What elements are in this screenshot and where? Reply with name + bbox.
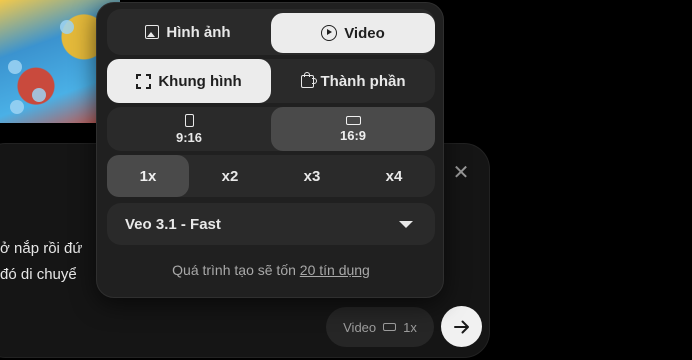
type-selector: Hình ảnh Video [107,9,435,55]
credits-link[interactable]: 20 tín dụng [300,262,370,278]
chip-type-label: Video [343,319,377,335]
decor-dot [8,60,22,74]
tab-video[interactable]: Video [271,13,435,53]
tab-frame[interactable]: Khung hình [107,59,271,103]
close-icon[interactable]: ✕ [450,162,472,184]
image-icon [145,25,160,39]
generation-settings-panel: Hình ảnh Video Khung hình Thành phần 9:1… [96,2,444,298]
aspect-ratio-selector: 9:16 16:9 [107,107,435,151]
count-option-label: x3 [303,167,321,185]
output-count-selector: 1x x2 x3 x4 [107,155,435,197]
decor-dot [10,100,24,114]
count-option-x3[interactable]: x3 [271,155,353,197]
count-option-1x[interactable]: 1x [107,155,189,197]
send-button[interactable] [441,306,482,347]
landscape-icon [383,323,397,331]
landscape-icon [345,115,361,125]
model-dropdown[interactable]: Veo 3.1 - Fast [107,203,435,245]
credits-prefix: Quá trình tạo sẽ tốn [172,262,300,278]
credits-note: Quá trình tạo sẽ tốn 20 tín dụng [97,262,445,278]
count-option-label: 1x [139,167,157,185]
arrow-right-icon [453,320,469,333]
count-option-label: x4 [385,167,403,185]
mode-selector: Khung hình Thành phần [107,59,435,103]
portrait-icon [184,113,194,127]
count-option-x2[interactable]: x2 [189,155,271,197]
play-icon [321,25,338,41]
caret-down-icon [399,220,413,228]
tab-ingredients-label: Thành phần [320,72,406,90]
tab-frame-label: Khung hình [158,72,242,90]
settings-chip[interactable]: Video 1x [326,307,434,347]
tab-image-label: Hình ảnh [166,23,231,41]
aspect-9-16-option[interactable]: 9:16 [107,107,271,151]
decor-dot [60,20,74,34]
tab-video-label: Video [344,24,385,42]
tab-image[interactable]: Hình ảnh [107,9,269,55]
model-label: Veo 3.1 - Fast [125,215,221,233]
aspect-16-9-label: 16:9 [339,127,367,143]
count-option-label: x2 [221,167,239,185]
puzzle-icon [300,71,317,88]
prompt-text-line[interactable]: ở nắp rồi đứ [0,240,82,257]
frame-icon [136,73,152,89]
aspect-9-16-label: 9:16 [175,129,203,145]
tab-ingredients[interactable]: Thành phần [271,59,435,103]
count-option-x4[interactable]: x4 [353,155,435,197]
chip-count-label: 1x [403,319,417,335]
prompt-text-line[interactable]: đó di chuyể [0,266,77,283]
aspect-16-9-option[interactable]: 16:9 [271,107,435,151]
decor-dot [32,88,46,102]
